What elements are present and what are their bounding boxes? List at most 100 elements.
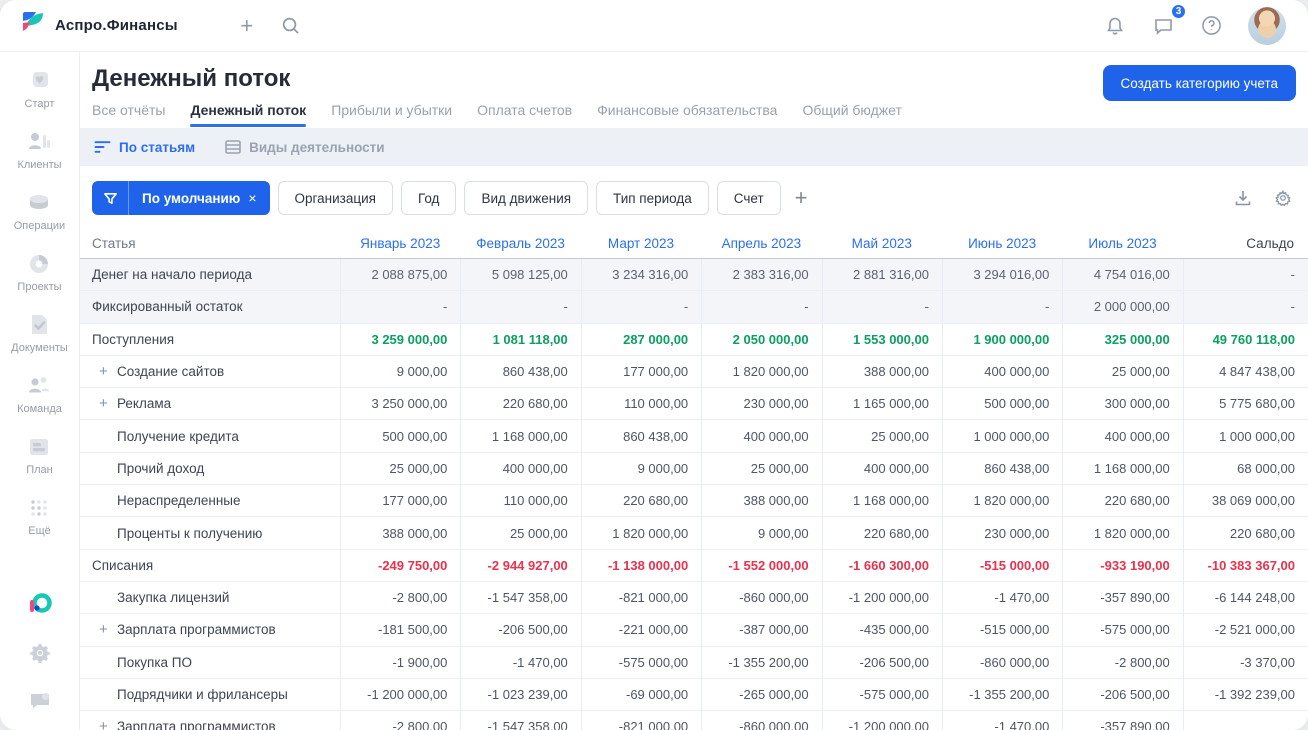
- filter-chip[interactable]: Организация: [277, 181, 393, 215]
- cell-month-value: 1 081 118,00: [460, 323, 580, 355]
- tab-report[interactable]: Финансовые обязательства: [597, 102, 777, 126]
- row-label: Нераспределенные: [117, 493, 241, 509]
- filter-chip[interactable]: Счет: [716, 181, 781, 215]
- cell-month-value: -1 547 358,00: [460, 581, 580, 614]
- cell-month-value: -1 552 000,00: [701, 549, 821, 581]
- tab-report[interactable]: Все отчёты: [92, 102, 165, 126]
- start-icon: [26, 68, 52, 94]
- table-row[interactable]: Нераспределенные 177 000,00 110 000,00 220 …: [80, 485, 1308, 518]
- cell-month-value: 2 000 000,00: [1062, 291, 1182, 323]
- cell-month-value: -206 500,00: [821, 646, 942, 678]
- sidebar-item-documents[interactable]: Документы: [11, 312, 68, 354]
- cell-month-value: -: [580, 291, 701, 323]
- create-plus-icon[interactable]: +: [230, 9, 264, 43]
- row-label: Проценты к получению: [117, 525, 263, 541]
- table-header-row: Статья Январь 2023 Февраль 2023 Март 2023 А…: [80, 228, 1308, 259]
- sidebar-item-projects[interactable]: Проекты: [11, 251, 68, 293]
- cell-month-value: -: [460, 291, 580, 323]
- cell-month-value: 400 000,00: [701, 420, 821, 452]
- support-chat-icon[interactable]: [27, 688, 53, 714]
- rows-icon: [225, 140, 241, 154]
- column-header-month[interactable]: Март 2023: [581, 236, 701, 251]
- sidebar-item-label: Клиенты: [17, 159, 62, 171]
- cell-month-value: -249 750,00: [340, 549, 460, 581]
- settings-gear-icon[interactable]: [27, 640, 53, 666]
- cell-month-value: 1 820 000,00: [580, 517, 701, 549]
- active-filter-chip[interactable]: По умолчанию ×: [92, 181, 270, 215]
- download-icon[interactable]: [1234, 189, 1252, 207]
- cell-month-value: -69 000,00: [580, 678, 701, 711]
- cell-saldo-value: 220 680,00: [1182, 517, 1308, 549]
- table-row[interactable]: Закупка лицензий -2 800,00 -1 547 358,00 -8…: [80, 581, 1308, 615]
- sidebar-item-team[interactable]: Команда: [11, 373, 68, 415]
- table-row[interactable]: Подрядчики и фрилансеры -1 200 000,00 -1 0…: [80, 678, 1308, 712]
- user-avatar[interactable]: [1248, 6, 1286, 45]
- column-header-month[interactable]: Июнь 2023: [942, 236, 1062, 251]
- expand-plus-icon[interactable]: +: [99, 621, 117, 638]
- table-row[interactable]: Получение кредита 500 000,00 1 168 000,00 8…: [80, 420, 1308, 453]
- column-header-month[interactable]: Апрель 2023: [701, 236, 821, 251]
- create-category-button[interactable]: Создать категорию учета: [1102, 65, 1296, 101]
- messages-chat-icon[interactable]: 3: [1146, 2, 1187, 43]
- row-label: Прочий доход: [117, 460, 205, 476]
- cell-month-value: -515 000,00: [941, 614, 1062, 646]
- tab-report[interactable]: Оплата счетов: [477, 102, 572, 126]
- cell-saldo-value: -10 383 367,00: [1182, 549, 1308, 581]
- tab-active[interactable]: Денежный поток: [190, 102, 306, 127]
- table-row[interactable]: + Зарплата программистов -181 500,00 -206 5…: [80, 614, 1308, 647]
- expand-plus-icon[interactable]: +: [99, 718, 117, 730]
- cell-month-value: 860 438,00: [580, 420, 701, 452]
- tab-report[interactable]: Прибыли и убытки: [331, 102, 452, 126]
- table-row[interactable]: Проценты к получению 388 000,00 25 000,00 1…: [80, 517, 1308, 550]
- aspro-product-logo-icon[interactable]: [27, 592, 53, 618]
- brand[interactable]: Аспро.Финансы: [20, 10, 178, 41]
- row-label: Денег на начало периода: [92, 267, 252, 283]
- expand-plus-icon[interactable]: +: [99, 395, 117, 412]
- column-header-month[interactable]: Июль 2023: [1062, 236, 1182, 251]
- table-row[interactable]: Фиксированный остаток - - - - - -2 000 000,00-: [80, 291, 1308, 324]
- cell-month-value: 3 250 000,00: [340, 388, 460, 420]
- table-row[interactable]: Денег на начало периода 2 088 875,00 5 098…: [80, 259, 1308, 292]
- table-settings-gear-icon[interactable]: [1274, 189, 1292, 207]
- cell-month-value: 2 383 316,00: [701, 259, 821, 291]
- filter-chip[interactable]: Тип периода: [596, 181, 709, 215]
- column-header-month[interactable]: Январь 2023: [340, 236, 460, 251]
- cell-month-value: -357 890,00: [1062, 581, 1182, 614]
- add-filter-icon[interactable]: +: [795, 187, 808, 209]
- column-header-month[interactable]: Февраль 2023: [460, 236, 580, 251]
- table-row[interactable]: Поступления 3 259 000,00 1 081 118,00 287 0…: [80, 323, 1308, 356]
- cell-month-value: 2 881 316,00: [821, 259, 942, 291]
- search-icon[interactable]: [274, 9, 308, 43]
- tab-report[interactable]: Общий бюджет: [802, 102, 901, 126]
- column-header-article[interactable]: Статья: [80, 236, 340, 251]
- sidebar-item-clients[interactable]: Клиенты: [11, 129, 68, 171]
- cell-month-value: 177 000,00: [580, 355, 701, 388]
- cell-month-value: 388 000,00: [340, 517, 460, 549]
- table-row[interactable]: + Зарплата программистов -2 800,00 -1 547 3…: [80, 711, 1308, 730]
- cell-month-value: -221 000,00: [580, 614, 701, 646]
- notifications-bell-icon[interactable]: [1098, 9, 1132, 43]
- sidebar-item-plan[interactable]: План: [11, 434, 68, 476]
- sidebar-item-start[interactable]: Старт: [11, 68, 68, 110]
- table-row[interactable]: + Создание сайтов 9 000,00 860 438,00 177 00…: [80, 355, 1308, 389]
- cell-month-value: 5 098 125,00: [460, 259, 580, 291]
- column-header-saldo[interactable]: Сальдо: [1183, 236, 1308, 251]
- expand-plus-icon[interactable]: +: [99, 363, 117, 380]
- clear-filter-icon[interactable]: ×: [248, 190, 269, 206]
- team-icon: [26, 373, 52, 399]
- table-row[interactable]: Покупка ПО -1 900,00 -1 470,00 -575 000,00-…: [80, 646, 1308, 679]
- filter-chip[interactable]: Вид движения: [464, 181, 589, 215]
- sidebar-item-operations[interactable]: Операции: [11, 190, 68, 232]
- help-icon[interactable]: [1194, 9, 1228, 43]
- subtab-by-articles[interactable]: По статьям: [94, 140, 195, 155]
- table-row[interactable]: Списания -249 750,00 -2 944 927,00 -1 138 0…: [80, 549, 1308, 582]
- cell-month-value: 1 000 000,00: [941, 420, 1062, 452]
- table-row[interactable]: + Реклама 3 250 000,00 220 680,00 110 000,00…: [80, 388, 1308, 421]
- column-header-month[interactable]: Май 2023: [822, 236, 942, 251]
- cell-month-value: 500 000,00: [941, 388, 1062, 420]
- subtab-activity-types[interactable]: Виды деятельности: [225, 140, 385, 155]
- sidebar-item-more-grid[interactable]: Ещё: [11, 495, 68, 537]
- filter-chip[interactable]: Год: [400, 181, 457, 215]
- table-row[interactable]: Прочий доход 25 000,00 400 000,00 9 000,00 2…: [80, 452, 1308, 486]
- cell-month-value: 9 000,00: [701, 517, 821, 549]
